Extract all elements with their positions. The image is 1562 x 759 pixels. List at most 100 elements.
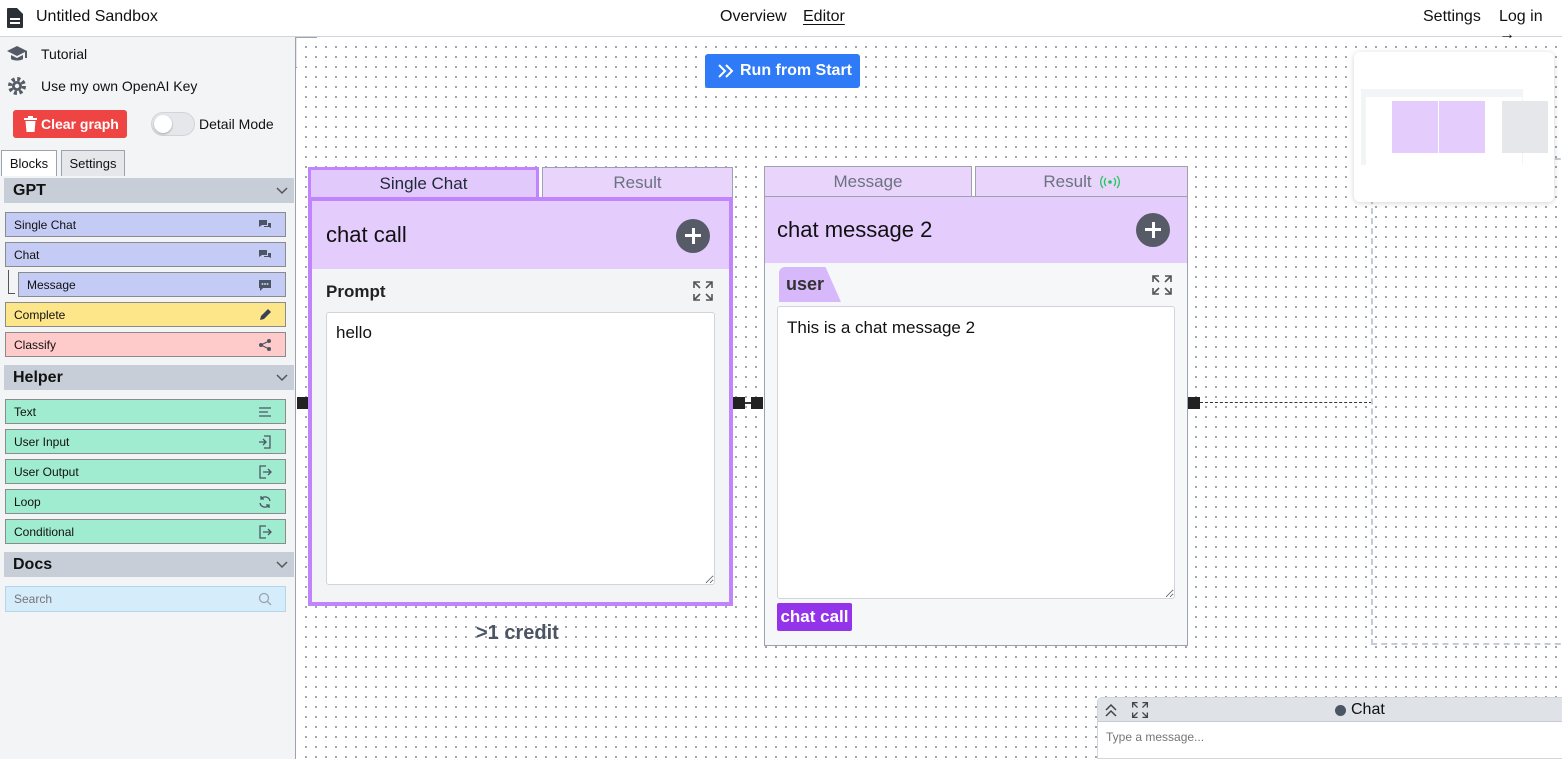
block-classify-label: Classify bbox=[14, 337, 57, 352]
nav-editor[interactable]: Editor bbox=[803, 8, 845, 26]
node2-tab-result-label: Result bbox=[1043, 171, 1092, 191]
block-conditional-label: Conditional bbox=[14, 524, 75, 539]
run-from-start-button[interactable]: Run from Start bbox=[705, 54, 860, 88]
node2-header: chat message 2 bbox=[765, 197, 1187, 263]
block-text-label: Text bbox=[14, 404, 37, 419]
refresh-icon bbox=[259, 496, 271, 508]
expand-icon[interactable] bbox=[1151, 274, 1173, 296]
chevron-down-icon bbox=[276, 561, 288, 569]
block-conditional[interactable]: Conditional bbox=[5, 519, 286, 544]
block-user-input[interactable]: User Input bbox=[5, 429, 286, 454]
node1-add-button[interactable] bbox=[676, 219, 710, 253]
block-chat-label: Chat bbox=[14, 247, 40, 262]
minimap-node bbox=[1439, 101, 1485, 153]
detail-mode-label: Detail Mode bbox=[199, 116, 274, 132]
tab-blocks[interactable]: Blocks bbox=[1, 150, 57, 176]
sidebar: Tutorial Use my own OpenAI Key Clear gra… bbox=[0, 37, 296, 759]
edge-dashed bbox=[1200, 402, 1372, 403]
credit-cost: >1 credit bbox=[476, 622, 559, 644]
block-user-output-label: User Output bbox=[14, 464, 79, 479]
node2-add-button[interactable] bbox=[1136, 213, 1170, 247]
sign-in-icon bbox=[259, 435, 271, 449]
pencil-icon bbox=[260, 309, 271, 320]
block-loop[interactable]: Loop bbox=[5, 489, 286, 514]
message-textarea[interactable]: This is a chat message 2 bbox=[777, 306, 1175, 599]
block-message[interactable]: Message bbox=[18, 272, 286, 297]
trash-icon bbox=[24, 116, 37, 132]
node2-tab-message[interactable]: Message bbox=[764, 166, 972, 196]
node1-output-port[interactable] bbox=[733, 397, 745, 409]
node1-header: chat call bbox=[312, 201, 729, 269]
block-user-input-label: User Input bbox=[14, 434, 70, 449]
sandbox-title[interactable]: Untitled Sandbox bbox=[36, 8, 158, 26]
document-icon bbox=[7, 8, 23, 28]
search-icon bbox=[258, 592, 272, 606]
prompt-label: Prompt bbox=[326, 282, 386, 301]
chat-panel-title: Chat bbox=[1351, 701, 1385, 718]
chevron-down-icon bbox=[276, 187, 288, 195]
node2-title[interactable]: chat message 2 bbox=[777, 217, 932, 243]
chat-bubbles-icon bbox=[259, 220, 271, 228]
settings-link[interactable]: Settings bbox=[1423, 8, 1481, 26]
node1-tab-single-chat[interactable]: Single Chat bbox=[308, 167, 539, 197]
tutorial-label: Tutorial bbox=[41, 46, 88, 62]
role-badge-label: user bbox=[786, 274, 825, 294]
share-icon bbox=[259, 339, 271, 351]
section-gpt-label: GPT bbox=[13, 181, 46, 199]
section-helper[interactable]: Helper bbox=[4, 365, 294, 390]
node2-output-port[interactable] bbox=[1188, 397, 1200, 409]
top-bar: Untitled Sandbox Overview Editor Setting… bbox=[0, 0, 1562, 43]
section-docs[interactable]: Docs bbox=[4, 552, 294, 577]
prompt-textarea[interactable]: hello bbox=[326, 312, 715, 585]
node2-input-port[interactable] bbox=[751, 397, 763, 409]
chat-bubbles-icon bbox=[259, 250, 271, 258]
message-bubble-icon bbox=[259, 280, 271, 291]
expand-icon[interactable] bbox=[1131, 701, 1149, 719]
section-gpt[interactable]: GPT bbox=[4, 178, 294, 203]
graduation-cap-icon bbox=[7, 46, 27, 61]
docs-search-input[interactable] bbox=[5, 586, 286, 612]
chevron-down-icon bbox=[276, 374, 288, 382]
chat-message-input[interactable] bbox=[1106, 726, 1556, 748]
linked-node-tag[interactable]: chat call bbox=[777, 603, 852, 631]
clear-graph-button[interactable]: Clear graph bbox=[13, 110, 127, 138]
node2-tab-result[interactable]: Result bbox=[975, 166, 1188, 196]
block-message-label: Message bbox=[27, 277, 76, 292]
broadcast-icon bbox=[1099, 175, 1120, 188]
node1-tab-result[interactable]: Result bbox=[542, 167, 733, 197]
group-box bbox=[1371, 158, 1562, 645]
expand-icon[interactable] bbox=[692, 280, 714, 302]
block-complete[interactable]: Complete bbox=[5, 302, 286, 327]
block-classify[interactable]: Classify bbox=[5, 332, 286, 357]
clear-graph-label: Clear graph bbox=[41, 116, 119, 132]
sign-out-icon bbox=[259, 525, 272, 539]
tutorial-link[interactable]: Tutorial bbox=[6, 42, 87, 66]
block-user-output[interactable]: User Output bbox=[5, 459, 286, 484]
own-key-label: Use my own OpenAI Key bbox=[41, 78, 198, 94]
gear-icon bbox=[8, 77, 26, 95]
run-from-start-label: Run from Start bbox=[740, 62, 852, 79]
block-loop-label: Loop bbox=[14, 494, 41, 509]
minimap[interactable] bbox=[1354, 52, 1554, 202]
detail-mode-toggle[interactable] bbox=[151, 112, 195, 136]
own-key-link[interactable]: Use my own OpenAI Key bbox=[6, 74, 197, 98]
block-chat[interactable]: Chat bbox=[5, 242, 286, 267]
node1-title[interactable]: chat call bbox=[326, 222, 407, 248]
chat-panel: Chat bbox=[1097, 697, 1562, 759]
double-chevron-up-icon[interactable] bbox=[1104, 702, 1118, 718]
block-single-chat[interactable]: Single Chat bbox=[5, 212, 286, 237]
node1-input-port[interactable] bbox=[297, 397, 308, 409]
nav-overview[interactable]: Overview bbox=[720, 8, 787, 26]
section-docs-label: Docs bbox=[13, 555, 53, 573]
tree-connector bbox=[8, 270, 15, 294]
tab-settings[interactable]: Settings bbox=[61, 150, 125, 176]
sign-out-icon bbox=[259, 465, 272, 479]
minimap-node bbox=[1502, 101, 1548, 153]
block-complete-label: Complete bbox=[14, 307, 66, 322]
block-text[interactable]: Text bbox=[5, 399, 286, 424]
text-lines-icon bbox=[259, 407, 271, 417]
minimap-node bbox=[1392, 101, 1438, 153]
status-dot bbox=[1335, 705, 1346, 716]
chat-panel-header[interactable]: Chat bbox=[1098, 698, 1562, 722]
double-chevron-right-icon bbox=[718, 64, 734, 78]
